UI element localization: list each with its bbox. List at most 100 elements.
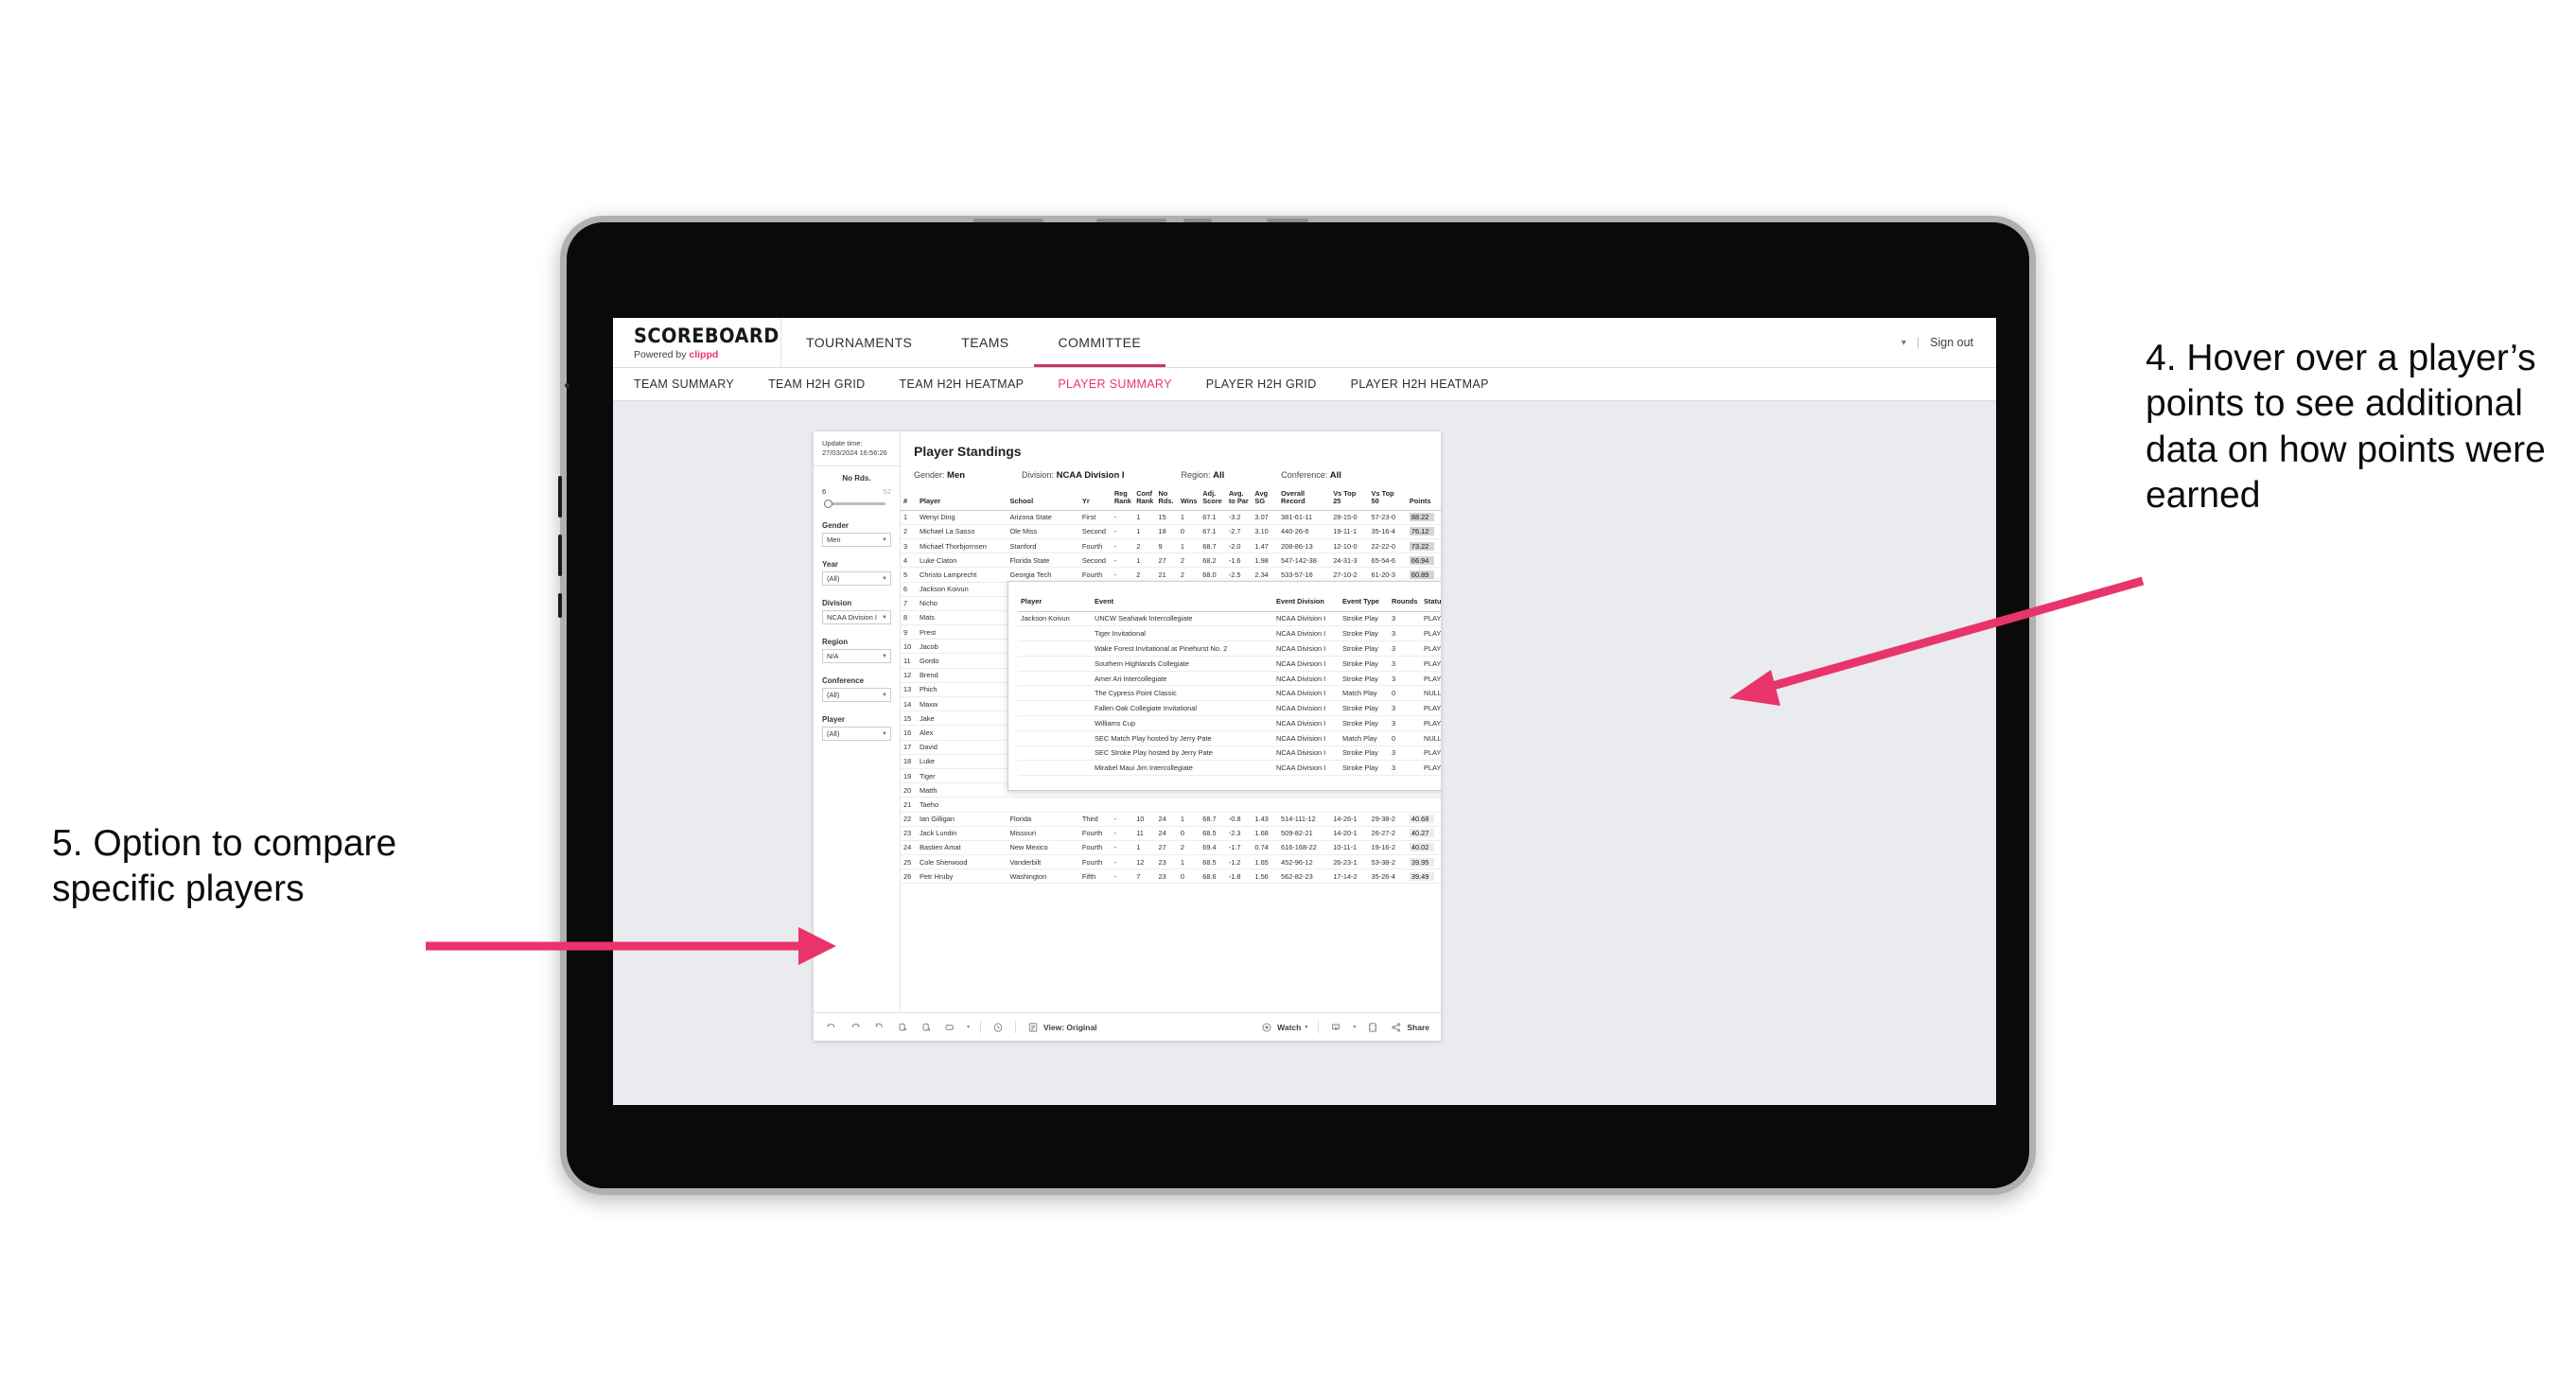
conference-select[interactable]: (All) ▼ <box>822 688 891 703</box>
cell-points[interactable]: 39.95 <box>1406 854 1441 870</box>
col-rank[interactable]: # <box>901 488 917 511</box>
player-select[interactable]: (All) ▼ <box>822 727 891 742</box>
col-avg-sg[interactable]: Avg SG <box>1252 488 1278 511</box>
points-value[interactable]: 73.22 <box>1409 541 1434 551</box>
sheet-header: Player Standings Gender: Men Division: N… <box>901 431 1441 481</box>
cell-conf-rank: 7 <box>1133 868 1156 885</box>
cell-points[interactable]: 88.22 <box>1406 510 1441 525</box>
app-logo[interactable]: SCOREBOARD Powered by clippd <box>613 318 781 367</box>
cell-adj-score: 69.4 <box>1200 840 1226 856</box>
points-value[interactable]: 40.02 <box>1409 843 1434 852</box>
cell-yr: Fifth <box>1078 868 1112 885</box>
subtab-player-summary[interactable]: PLAYER SUMMARY <box>1058 377 1171 391</box>
nav-tab-teams[interactable]: TEAMS <box>937 318 1033 367</box>
points-value[interactable]: 40.27 <box>1409 829 1434 838</box>
cell-points[interactable]: 40.27 <box>1406 826 1441 841</box>
col-adj-score[interactable]: Adj. Score <box>1200 488 1226 511</box>
points-value[interactable]: 66.94 <box>1409 555 1434 565</box>
volume-down-button[interactable] <box>558 535 562 576</box>
region-select[interactable]: N/A ▼ <box>822 649 891 664</box>
points-value[interactable]: 40.68 <box>1409 815 1434 824</box>
points-value[interactable]: 60.89 <box>1409 570 1434 579</box>
table-row[interactable]: 5 Christo Lamprecht Georgia Tech Fourth -2 21… <box>901 567 1441 583</box>
col-avg-to-par[interactable]: Avg. to Par <box>1225 488 1253 511</box>
cell-points[interactable]: 40.02 <box>1406 840 1441 856</box>
col-wins[interactable]: Wins <box>1177 488 1200 511</box>
table-row[interactable]: 1 Wenyi Ding Arizona State First -1 15 1 67.1 -3… <box>901 510 1441 525</box>
table-row[interactable]: 23 Jack Lundin Missouri Fourth -11 24 0 68.5 -2.… <box>901 826 1441 841</box>
cell-points[interactable]: 60.89 <box>1406 567 1441 583</box>
cell-points[interactable]: 66.94 <box>1406 553 1441 569</box>
refresh-data-icon[interactable] <box>896 1021 909 1034</box>
cell-vs-top-50: 35-16-4 <box>1368 524 1407 539</box>
chevron-down-icon[interactable]: ▾ <box>967 1024 970 1030</box>
col-yr[interactable]: Yr <box>1078 488 1112 511</box>
subtab-team-summary[interactable]: TEAM SUMMARY <box>634 377 734 391</box>
cell-points[interactable]: 76.12 <box>1406 524 1441 539</box>
cell-conf-rank: 12 <box>1133 854 1156 870</box>
annotation-arrow-left <box>426 927 836 965</box>
col-vs-top-25[interactable]: Vs Top 25 <box>1330 488 1369 511</box>
points-value[interactable]: 39.95 <box>1409 857 1434 867</box>
volume-up-button[interactable] <box>558 476 562 518</box>
power-button[interactable] <box>558 593 562 618</box>
sign-out-link[interactable]: Sign out <box>1930 336 1973 349</box>
slider-handle[interactable] <box>824 500 832 509</box>
cell-no-rds: 27 <box>1155 840 1178 856</box>
app-header: SCOREBOARD Powered by clippd TOURNAMENTS… <box>613 318 1996 367</box>
col-player[interactable]: Player <box>916 488 1008 511</box>
table-row[interactable]: 25 Cole Sherwood Vanderbilt Fourth -12 23 1 68.… <box>901 854 1441 870</box>
year-select[interactable]: (All) ▼ <box>822 571 891 587</box>
gender-select[interactable]: Men ▼ <box>822 533 891 548</box>
select-value: (All) <box>827 574 840 584</box>
points-value[interactable]: 76.12 <box>1409 527 1434 536</box>
revert-icon[interactable] <box>872 1021 885 1034</box>
subtab-player-h2h-grid[interactable]: PLAYER H2H GRID <box>1206 377 1317 391</box>
table-row[interactable]: 4 Luke Claton Florida State Second -1 27 2 68.2… <box>901 553 1441 569</box>
col-points[interactable]: Points <box>1406 488 1441 511</box>
history-clock-icon[interactable] <box>991 1021 1005 1034</box>
col-no-rds[interactable]: No Rds. <box>1155 488 1178 511</box>
undo-icon[interactable] <box>825 1021 838 1034</box>
nav-tab-tournaments[interactable]: TOURNAMENTS <box>781 318 937 367</box>
subtab-team-h2h-heatmap[interactable]: TEAM H2H HEATMAP <box>900 377 1025 391</box>
table-row[interactable]: 2 Michael La Sasso Ole Miss Second -1 18 0 67.1… <box>901 524 1441 539</box>
cell-points[interactable]: 39.49 <box>1406 868 1441 885</box>
device-layout-icon[interactable] <box>943 1021 956 1034</box>
cell-no-rds: 21 <box>1155 567 1178 583</box>
logo-brand: clippd <box>689 349 719 360</box>
cell-points[interactable]: 40.68 <box>1406 812 1441 827</box>
col-vs-top-50[interactable]: Vs Top 50 <box>1368 488 1407 511</box>
table-row[interactable]: 26 Petr Hruby Washington Fifth -7 23 0 68.6 -1.8… <box>901 868 1441 885</box>
watch-button[interactable]: Watch ▾ <box>1260 1021 1307 1034</box>
table-row[interactable]: 22 Ian Gilligan Florida Third -10 24 1 68.7 -0.8… <box>901 812 1441 827</box>
cell-points[interactable]: 73.22 <box>1406 538 1441 554</box>
cell-vs-top-25: 17-14-2 <box>1330 868 1369 885</box>
chevron-down-icon[interactable]: ▾ <box>1901 338 1906 348</box>
col-overall-record[interactable]: Overall Record <box>1278 488 1331 511</box>
subtab-player-h2h-heatmap[interactable]: PLAYER H2H HEATMAP <box>1351 377 1489 391</box>
table-row[interactable]: 21 Taeho <box>901 797 1441 813</box>
share-button[interactable]: Share <box>1390 1021 1429 1034</box>
points-value[interactable]: 88.22 <box>1409 513 1434 522</box>
cell-yr: First <box>1078 510 1112 525</box>
points-value[interactable]: 39.49 <box>1409 871 1434 881</box>
col-school[interactable]: School <box>1007 488 1079 511</box>
redo-icon[interactable] <box>849 1021 862 1034</box>
subtab-team-h2h-grid[interactable]: TEAM H2H GRID <box>768 377 865 391</box>
table-row[interactable]: 24 Bastien Amat New Mexico Fourth -1 27 2 69.4-… <box>901 840 1441 856</box>
nav-tab-committee[interactable]: COMMITTEE <box>1033 318 1166 367</box>
pause-auto-updates-icon[interactable] <box>920 1021 933 1034</box>
no-rounds-slider[interactable] <box>822 499 891 509</box>
col-reg-rank[interactable]: Reg Rank <box>1111 488 1134 511</box>
col-conf-rank[interactable]: Conf Rank <box>1133 488 1156 511</box>
cell-no-rds <box>1155 797 1178 813</box>
chevron-down-icon[interactable]: ▾ <box>1353 1024 1356 1030</box>
division-select[interactable]: NCAA Division I ▼ <box>822 610 891 625</box>
table-row[interactable]: 3 Michael Thorbjornsen Stanford Fourth -2 9 1 6… <box>901 538 1441 554</box>
cell-points[interactable] <box>1406 797 1441 813</box>
view-original-button[interactable]: View: Original <box>1026 1021 1097 1034</box>
tt-cell-event: Amer Ari Intercollegiate <box>1092 671 1273 687</box>
fullscreen-icon[interactable] <box>1366 1021 1379 1034</box>
download-icon[interactable] <box>1329 1021 1342 1034</box>
